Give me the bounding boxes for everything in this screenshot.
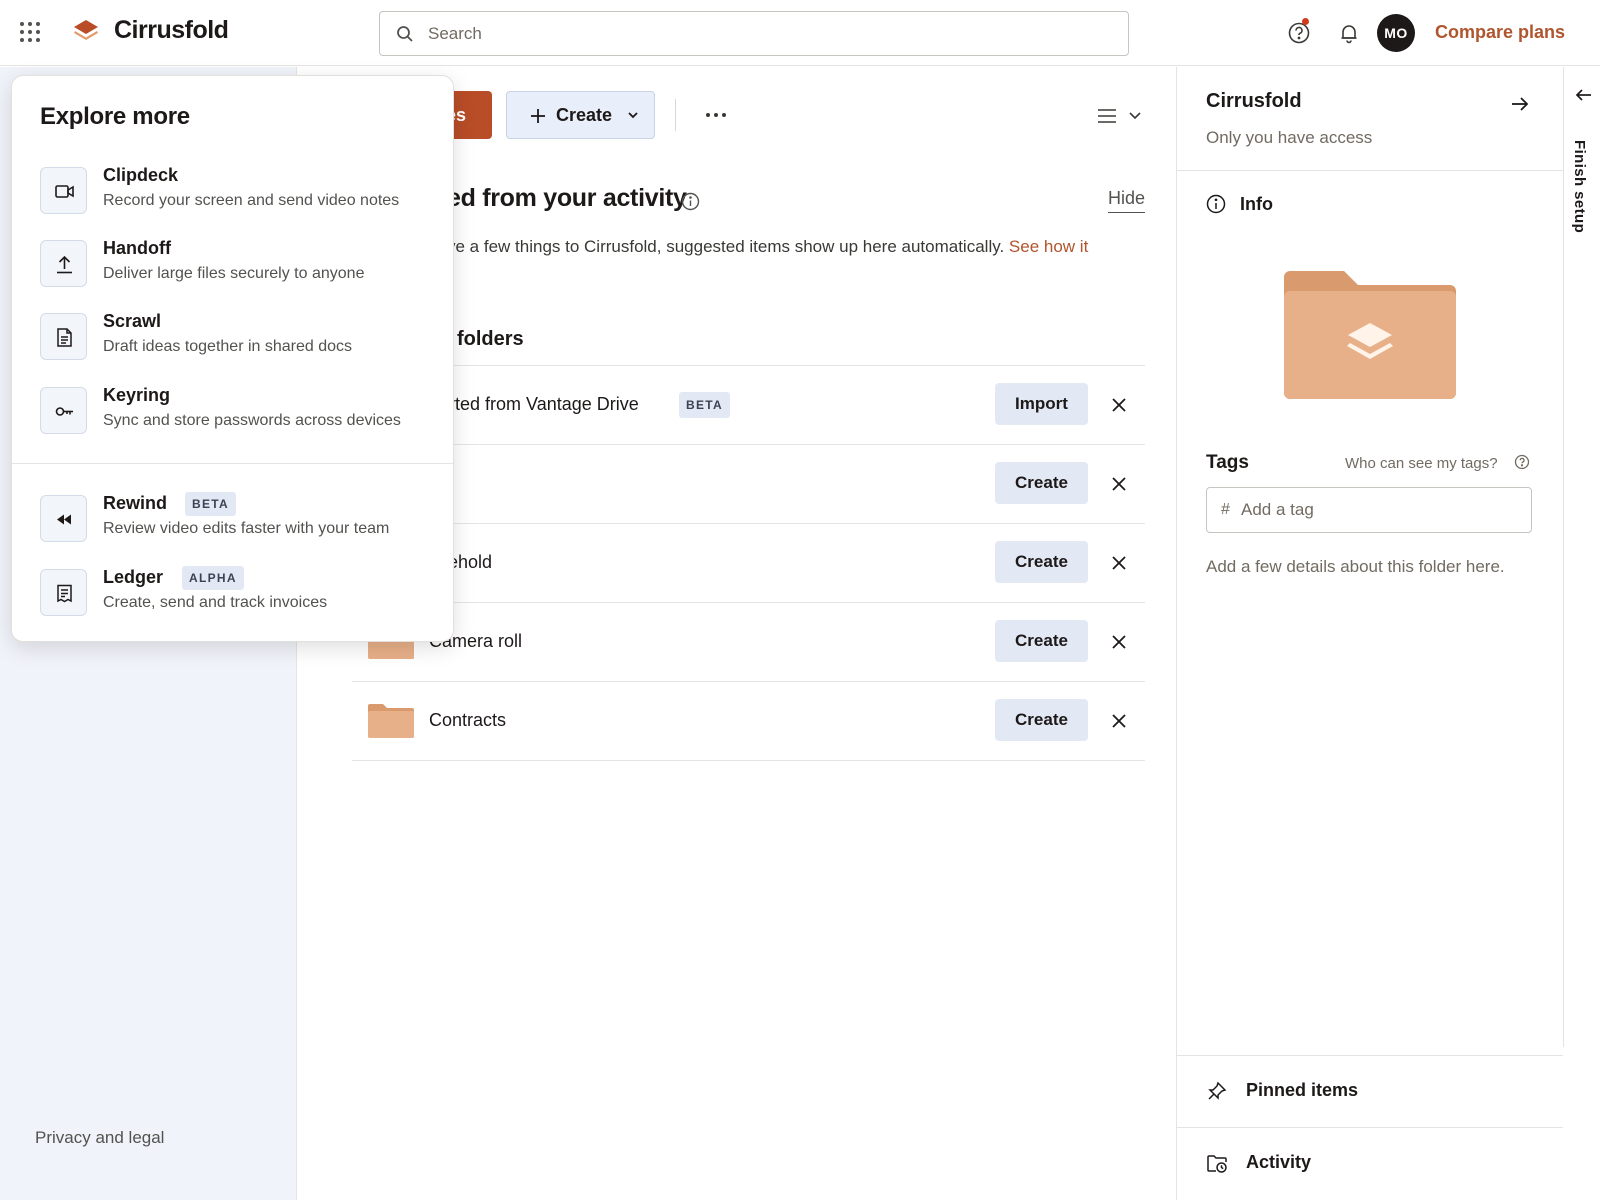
folder-row[interactable]: ing Create <box>352 444 1145 523</box>
import-button[interactable]: Import <box>995 383 1088 425</box>
explore-item-desc: Review video edits faster with your team <box>103 520 390 537</box>
create-folder-button[interactable]: Create <box>995 541 1088 583</box>
folder-row[interactable]: usehold Create <box>352 523 1145 602</box>
panel-divider <box>1177 170 1563 171</box>
create-folder-button[interactable]: Create <box>995 462 1088 504</box>
plus-icon <box>529 107 547 125</box>
info-icon <box>1206 194 1226 214</box>
suggestions-description: ve a few things to Cirrusfold, suggested… <box>447 237 1088 257</box>
tags-label: Tags <box>1206 452 1249 473</box>
folder-name: Contracts <box>429 710 507 730</box>
suggested-folders-heading: folders <box>457 328 524 350</box>
brand-name[interactable]: Cirrusfold <box>114 16 229 45</box>
activity-label: Activity <box>1246 1152 1312 1172</box>
explore-item-clipdeck[interactable]: Clipdeck Record your screen and send vid… <box>12 161 453 227</box>
video-camera-icon <box>40 167 87 214</box>
explore-item-keyring[interactable]: Keyring Sync and store passwords across … <box>12 381 453 447</box>
brand-logo-icon[interactable] <box>72 18 100 46</box>
search-input[interactable] <box>428 20 1108 48</box>
explore-item-desc: Draft ideas together in shared docs <box>103 338 353 355</box>
search-icon <box>396 25 414 43</box>
folder-row[interactable]: Contracts Create <box>352 681 1145 761</box>
beta-badge: BETA <box>185 492 236 516</box>
close-icon[interactable] <box>1108 552 1130 574</box>
folder-clock-icon <box>1206 1152 1228 1174</box>
explore-item-name: Scrawl <box>103 311 162 331</box>
folder-name: ported from Vantage Drive <box>429 394 639 414</box>
close-icon[interactable] <box>1108 473 1130 495</box>
close-icon[interactable] <box>1108 710 1130 732</box>
beta-badge: BETA <box>679 392 730 418</box>
explore-item-scrawl[interactable]: Scrawl Draft ideas together in shared do… <box>12 307 453 373</box>
key-icon <box>40 387 87 434</box>
help-icon[interactable] <box>1286 20 1312 46</box>
explore-more-popover: Explore more Clipdeck Record your screen… <box>11 75 454 642</box>
explore-item-desc: Sync and store passwords across devices <box>103 412 401 429</box>
create-folder-button[interactable]: Create <box>995 620 1088 662</box>
compare-plans-link[interactable]: Compare plans <box>1435 22 1565 43</box>
explore-item-name: Handoff <box>103 238 171 258</box>
explore-item-name: Clipdeck <box>103 165 179 185</box>
see-how-link[interactable]: See how it <box>1009 237 1088 256</box>
explore-item-ledger[interactable]: Ledger ALPHA Create, send and track invo… <box>12 563 453 629</box>
panel-divider <box>1177 1127 1563 1128</box>
create-folder-button[interactable]: Create <box>995 699 1088 741</box>
invoice-icon <box>40 569 87 616</box>
details-panel-title: Cirrusfold <box>1206 90 1302 112</box>
bell-icon[interactable] <box>1336 20 1362 46</box>
info-icon[interactable] <box>681 192 700 211</box>
more-options-icon[interactable] <box>703 100 729 130</box>
who-can-see-tags-link[interactable]: Who can see my tags? <box>1345 455 1498 472</box>
folder-icon <box>368 702 414 738</box>
folder-row[interactable]: ported from Vantage Drive BETA Import <box>352 365 1145 444</box>
explore-item-name: Keyring <box>103 385 171 405</box>
notification-dot <box>1302 18 1309 25</box>
finish-setup-tab[interactable]: Finish setup <box>1571 140 1588 233</box>
folder-description-field[interactable]: Add a few details about this folder here… <box>1206 557 1505 577</box>
explore-more-title: Explore more <box>40 103 190 130</box>
explore-item-name: Ledger <box>103 567 164 587</box>
search-box[interactable] <box>379 11 1129 56</box>
view-options-button[interactable] <box>1093 104 1143 128</box>
help-circle-icon[interactable] <box>1514 454 1530 470</box>
close-icon[interactable] <box>1108 394 1130 416</box>
explore-item-name: Rewind <box>103 493 168 513</box>
explore-item-handoff[interactable]: Handoff Deliver large files securely to … <box>12 234 453 300</box>
rewind-icon <box>40 495 87 542</box>
toolbar-divider <box>675 99 676 131</box>
popover-divider <box>12 463 453 464</box>
hide-suggestions-link[interactable]: Hide <box>1108 188 1146 213</box>
folder-preview-icon <box>1280 265 1460 405</box>
details-panel <box>1176 67 1563 1200</box>
access-label: Only you have access <box>1206 128 1373 147</box>
explore-item-desc: Create, send and track invoices <box>103 594 328 611</box>
info-tab-label: Info <box>1240 194 1273 214</box>
create-button[interactable]: Create <box>506 91 655 139</box>
arrow-right-icon[interactable] <box>1508 92 1532 116</box>
explore-item-desc: Record your screen and send video notes <box>103 192 400 209</box>
pinned-items-label: Pinned items <box>1246 1080 1359 1100</box>
avatar[interactable]: MO <box>1377 14 1415 52</box>
suggestions-description-text: ve a few things to Cirrusfold, suggested… <box>447 237 1005 256</box>
hash-icon: # <box>1221 501 1230 518</box>
chevron-down-icon <box>626 110 640 120</box>
alpha-badge: ALPHA <box>182 566 244 590</box>
panel-divider <box>1177 1055 1563 1056</box>
pin-icon <box>1206 1080 1228 1102</box>
tag-field[interactable]: # <box>1206 487 1532 533</box>
arrow-left-icon[interactable] <box>1574 85 1594 105</box>
folder-row[interactable]: Camera roll Create <box>352 602 1145 681</box>
explore-item-desc: Deliver large files securely to anyone <box>103 265 365 282</box>
top-bar: Cirrusfold MO Compare plans <box>0 0 1600 66</box>
document-icon <box>40 313 87 360</box>
app-grid-icon[interactable] <box>18 20 42 44</box>
tag-input[interactable] <box>1241 497 1521 523</box>
upload-arrow-icon <box>40 240 87 287</box>
close-icon[interactable] <box>1108 631 1130 653</box>
create-button-label: Create <box>556 105 613 125</box>
suggestions-title: ed from your activity <box>447 184 687 212</box>
explore-item-rewind[interactable]: Rewind BETA Review video edits faster wi… <box>12 489 453 555</box>
privacy-legal-link[interactable]: Privacy and legal <box>35 1128 164 1148</box>
